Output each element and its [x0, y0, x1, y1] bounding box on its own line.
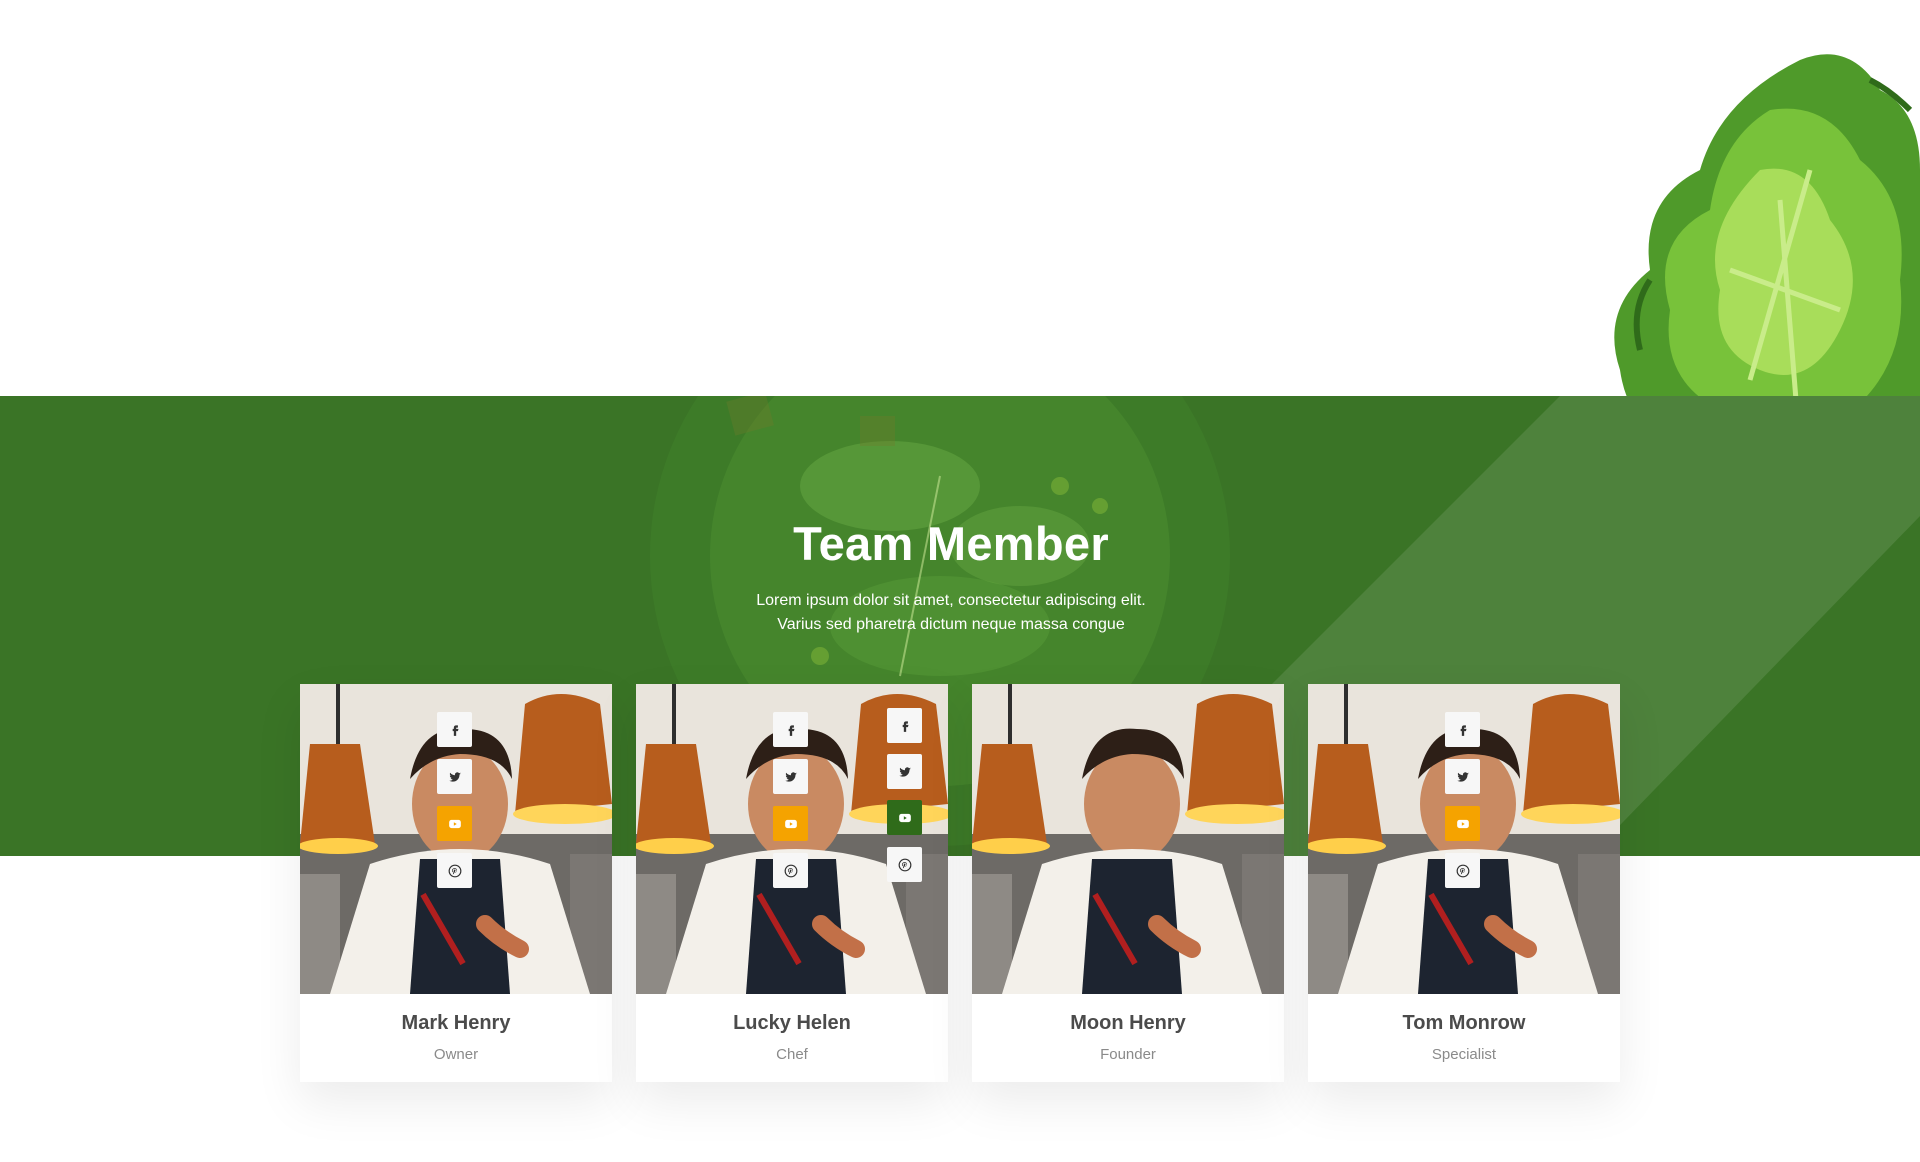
section-title: Team Member	[793, 517, 1109, 570]
member-role: Chef	[776, 1046, 808, 1063]
team-member-photo	[636, 684, 948, 994]
facebook-icon[interactable]	[773, 712, 808, 747]
subtitle-line-2: Varius sed pharetra dictum neque massa c…	[777, 616, 1125, 633]
member-name: Tom Monrow	[1402, 1012, 1526, 1034]
member-role: Owner	[433, 1046, 479, 1063]
member-role: Founder	[1100, 1046, 1156, 1063]
team-member-photo	[300, 684, 612, 994]
facebook-icon[interactable]	[887, 708, 922, 743]
member-name: Moon Henry	[1070, 1012, 1186, 1034]
team-card[interactable]: Mark Henry Owner	[300, 684, 612, 1082]
youtube-icon[interactable]	[437, 806, 472, 841]
pinterest-icon[interactable]	[1445, 853, 1480, 888]
team-card[interactable]: Moon Henry Founder	[972, 684, 1284, 1082]
facebook-icon[interactable]	[437, 712, 472, 747]
youtube-icon[interactable]	[1445, 806, 1480, 841]
youtube-icon[interactable]	[773, 806, 808, 841]
member-role: Specialist	[1431, 1046, 1497, 1063]
team-member-photo	[972, 684, 1284, 994]
pinterest-icon[interactable]	[887, 847, 922, 882]
team-card[interactable]: Tom Monrow Specialist	[1308, 684, 1620, 1082]
pinterest-icon[interactable]	[773, 853, 808, 888]
member-name: Mark Henry	[401, 1012, 511, 1034]
section-header: Team Member Lorem ipsum dolor sit amet, …	[0, 516, 1902, 637]
twitter-icon[interactable]	[773, 759, 808, 794]
twitter-icon[interactable]	[437, 759, 472, 794]
member-name: Lucky Helen	[733, 1012, 851, 1034]
twitter-icon[interactable]	[887, 754, 922, 789]
twitter-icon[interactable]	[1445, 759, 1480, 794]
facebook-icon[interactable]	[1445, 712, 1480, 747]
section-subtitle: Lorem ipsum dolor sit amet, consectetur …	[0, 589, 1902, 637]
youtube-icon[interactable]	[887, 800, 922, 835]
team-member-photo	[1308, 684, 1620, 994]
pinterest-icon[interactable]	[437, 853, 472, 888]
team-card[interactable]: Lucky Helen Chef	[636, 684, 948, 1082]
subtitle-line-1: Lorem ipsum dolor sit amet, consectetur …	[756, 592, 1146, 609]
